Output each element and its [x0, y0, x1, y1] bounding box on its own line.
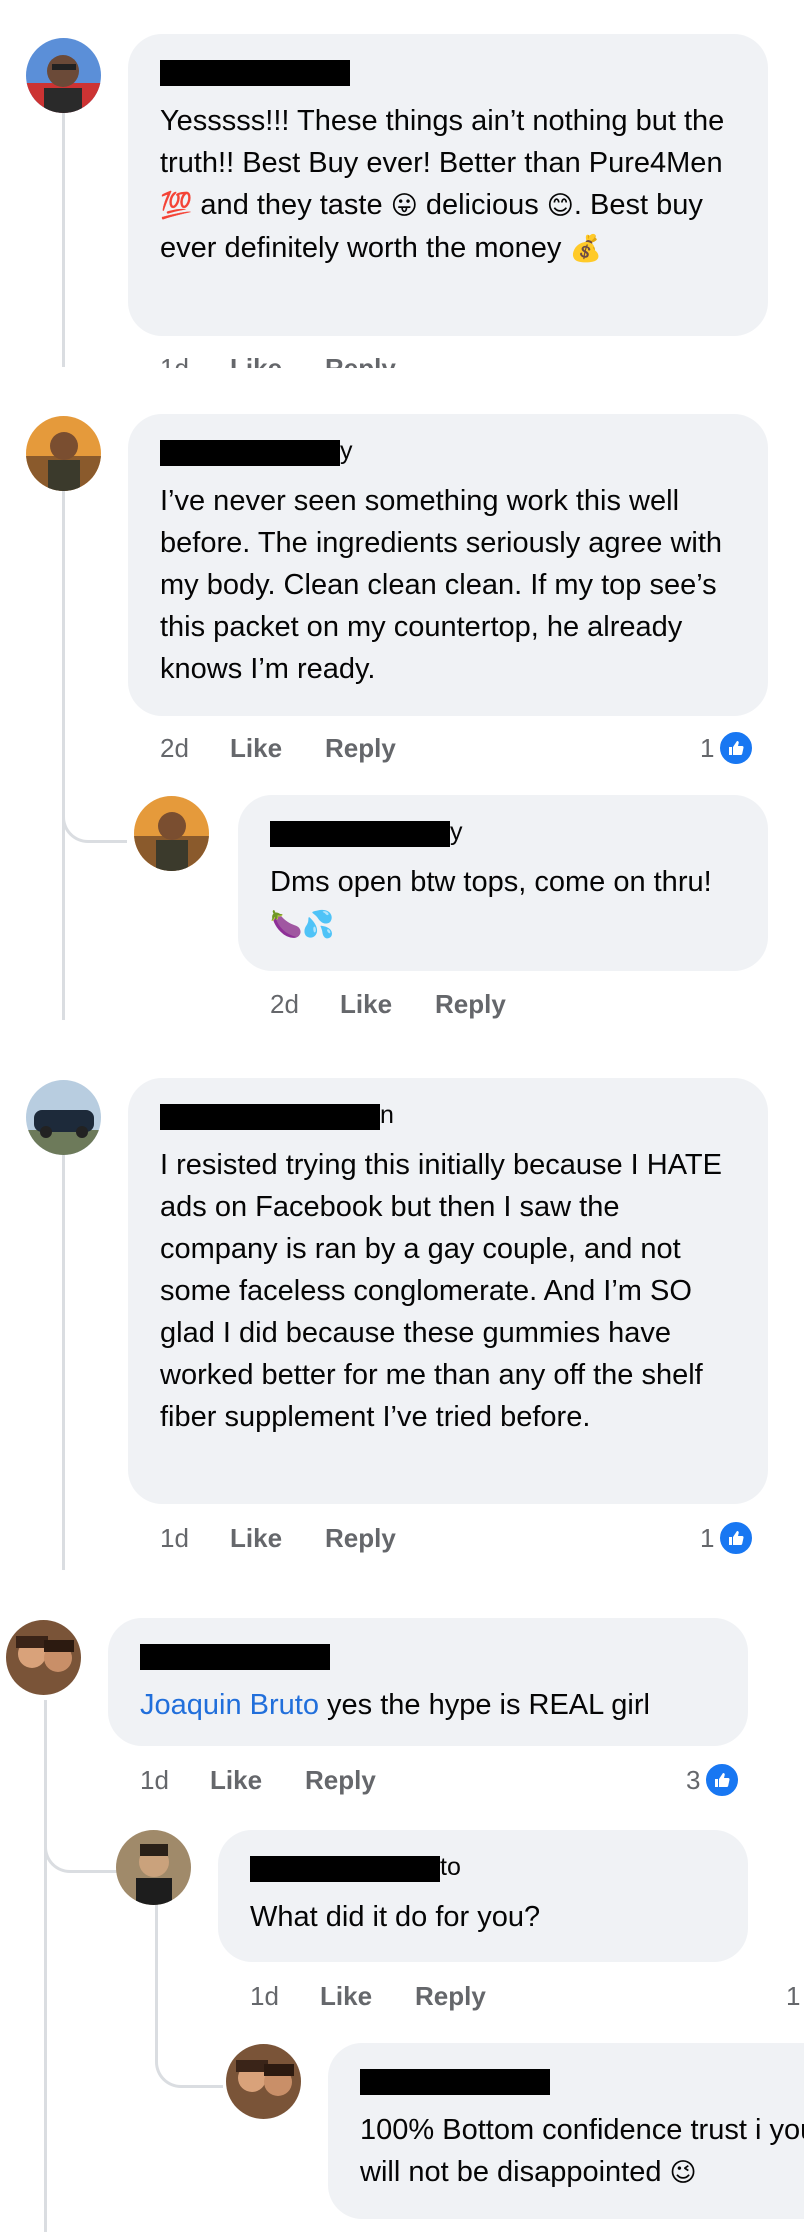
comment-bubble: Yesssss!!! These things ain’t nothing bu…	[128, 34, 768, 336]
reaction-count[interactable]: 1	[786, 1977, 800, 2015]
reply-bubble: y Dms open btw tops, come on thru! 🍆💦	[238, 795, 768, 971]
avatar[interactable]	[6, 1620, 81, 1695]
comment-actions: 1d Like Reply	[250, 1980, 550, 2012]
avatar[interactable]	[116, 1830, 191, 1905]
comment-timestamp[interactable]: 1d	[160, 1522, 189, 1554]
tongue-face-emoji: 😛	[390, 191, 418, 221]
commenter-name[interactable]	[160, 60, 350, 86]
reply-button[interactable]: Reply	[305, 1764, 376, 1796]
comment-actions: 1d Like Reply	[160, 1522, 460, 1554]
mention-link[interactable]: Joaquin Bruto	[140, 1689, 319, 1721]
smiling-face-emoji: 😊	[546, 191, 574, 221]
comment-bubble: y I’ve never seen something work this we…	[128, 414, 768, 716]
commenter-name[interactable]	[160, 440, 340, 466]
like-button[interactable]: Like	[230, 1522, 282, 1554]
reaction-count-number: 1	[700, 1522, 715, 1553]
thread-elbow	[62, 760, 127, 843]
commenter-name[interactable]	[250, 1856, 440, 1882]
thumbs-up-icon	[718, 730, 755, 766]
commenter-name[interactable]	[140, 1644, 330, 1670]
eggplant-splash-emoji: 🍆💦	[270, 910, 335, 940]
comment-actions: 2d Like Reply	[160, 732, 460, 764]
like-button[interactable]: Like	[320, 1980, 372, 2012]
screenshot-cutoff	[0, 368, 804, 392]
comment-timestamp[interactable]: 2d	[160, 732, 189, 764]
commenter-name[interactable]	[360, 2069, 550, 2095]
like-button[interactable]: Like	[340, 988, 392, 1020]
comment-bubble: n I resisted trying this initially becau…	[128, 1078, 768, 1504]
thread-line	[44, 1700, 47, 2232]
avatar[interactable]	[226, 2044, 301, 2119]
like-button[interactable]: Like	[210, 1764, 262, 1796]
comment-timestamp[interactable]: 2d	[270, 988, 299, 1020]
comment-actions: 2d Like Reply	[270, 988, 570, 1020]
commenter-name[interactable]	[160, 1104, 380, 1130]
comment-text: 100% Bottom confidence trust i you will …	[360, 2114, 804, 2188]
reaction-count-number: 3	[686, 1764, 701, 1795]
thread-elbow	[155, 2005, 223, 2088]
comment-bubble: Joaquin Bruto yes the hype is REAL girl	[108, 1618, 748, 1746]
reaction-count-number: 1	[700, 732, 715, 763]
comment-text: I resisted trying this initially because…	[160, 1149, 731, 1433]
avatar[interactable]	[26, 1080, 101, 1155]
reaction-count[interactable]: 1	[700, 729, 755, 767]
winking-face-emoji: 😉	[669, 2158, 697, 2188]
comment-text: Joaquin Bruto yes the hype is REAL girl	[140, 1689, 650, 1721]
thread-line	[62, 490, 65, 1020]
reply-button[interactable]: Reply	[325, 1522, 396, 1554]
comment-timestamp[interactable]: 1d	[250, 1980, 279, 2012]
reaction-count-number: 1	[786, 1980, 801, 2011]
comment-text: Dms open btw tops, come on thru! 🍆💦	[270, 866, 720, 940]
reply-button[interactable]: Reply	[435, 988, 506, 1020]
reply-button[interactable]: Reply	[415, 1980, 486, 2012]
thread-line	[62, 1150, 65, 1570]
reply-bubble: to What did it do for you?	[218, 1830, 748, 1962]
comment-text: I’ve never seen something work this well…	[160, 485, 731, 685]
thumbs-up-icon	[704, 1762, 741, 1798]
thread-elbow	[44, 1790, 117, 1873]
avatar[interactable]	[26, 416, 101, 491]
reaction-count[interactable]: 1	[700, 1519, 755, 1557]
comment-timestamp[interactable]: 1d	[140, 1764, 169, 1796]
comment-text: What did it do for you?	[250, 1901, 541, 1933]
reply-button[interactable]: Reply	[325, 732, 396, 764]
thumbs-up-icon	[718, 1520, 755, 1556]
comment-text: Yesssss!!! These things ain’t nothing bu…	[160, 105, 733, 264]
thread-line	[62, 112, 65, 367]
avatar[interactable]	[134, 796, 209, 871]
hundred-points-emoji: 💯	[160, 191, 193, 221]
reply-bubble: 100% Bottom confidence trust i you will …	[328, 2043, 804, 2219]
like-button[interactable]: Like	[230, 732, 282, 764]
commenter-name[interactable]	[270, 821, 450, 847]
money-bag-emoji: 💰	[569, 234, 602, 264]
avatar[interactable]	[26, 38, 101, 113]
comment-actions: 1d Like Reply	[140, 1764, 440, 1796]
reaction-count[interactable]: 3	[686, 1761, 741, 1799]
